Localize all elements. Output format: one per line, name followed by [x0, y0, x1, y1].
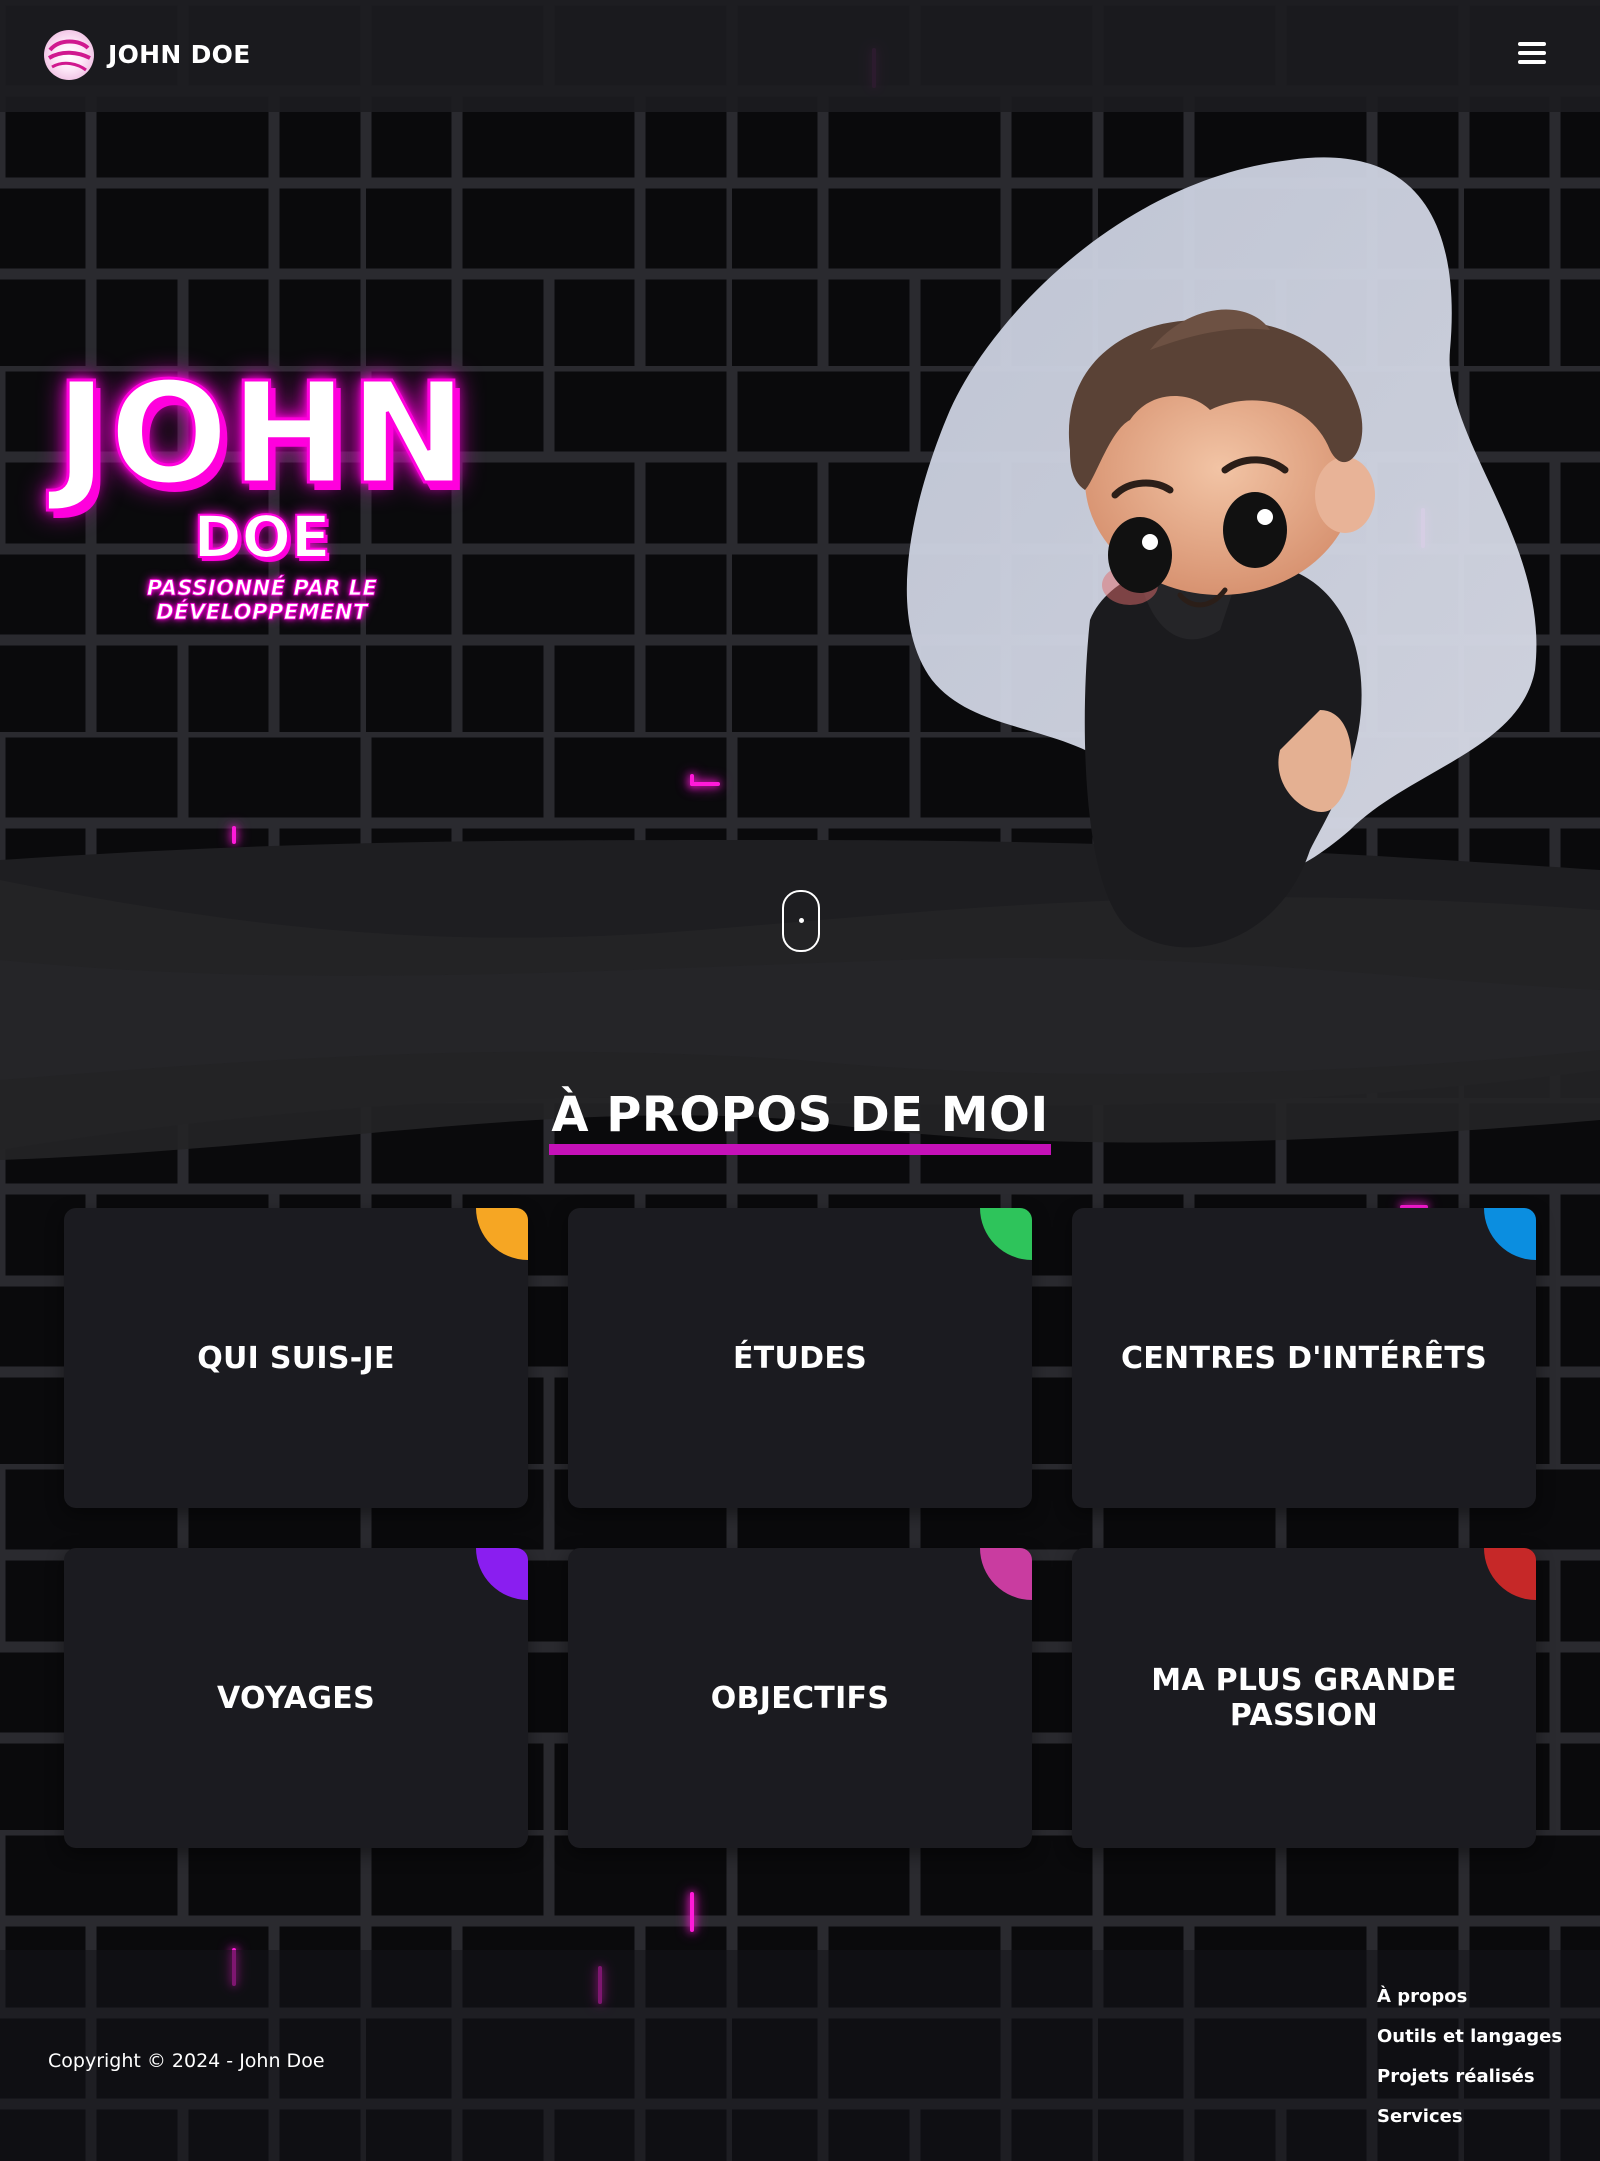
hero-tagline: PASSIONNÉ PAR LE DÉVELOPPEMENT [146, 576, 378, 625]
section-title: À PROPOS DE MOI [549, 1087, 1052, 1155]
card-label: OBJECTIFS [710, 1680, 890, 1716]
swirl-logo-icon[interactable] [44, 30, 94, 80]
neon-accent [690, 1892, 694, 1932]
top-navigation-bar: JOHN DOE [0, 0, 1600, 112]
footer-link-projets-realises[interactable]: Projets réalisés [1377, 2060, 1562, 2100]
mouse-scroll-icon[interactable] [782, 890, 820, 952]
card-qui-suis-je[interactable]: QUI SUIS-JE [64, 1208, 528, 1508]
hero-title-logo: JOHN DOE PASSIONNÉ PAR LE DÉVELOPPEMENT [52, 353, 472, 625]
brand-name[interactable]: JOHN DOE [108, 40, 251, 69]
card-etudes[interactable]: ÉTUDES [568, 1208, 1032, 1508]
footer-nav: À propos Outils et langages Projets réal… [1377, 1980, 1562, 2140]
card-label: VOYAGES [216, 1680, 376, 1716]
card-label: ÉTUDES [732, 1340, 868, 1376]
footer-link-a-propos[interactable]: À propos [1377, 1980, 1562, 2020]
3d-cartoon-avatar-illustration [906, 157, 1537, 948]
card-plus-grande-passion[interactable]: MA PLUS GRANDE PASSION [1072, 1548, 1536, 1848]
copyright-text: Copyright © 2024 - John Doe [48, 2050, 325, 2072]
hamburger-menu-icon[interactable] [1518, 40, 1548, 66]
footer-link-services[interactable]: Services [1377, 2100, 1562, 2140]
card-objectifs[interactable]: OBJECTIFS [568, 1548, 1032, 1848]
card-centres-interets[interactable]: CENTRES D'INTÉRÊTS [1072, 1208, 1536, 1508]
card-label: QUI SUIS-JE [197, 1340, 395, 1376]
footer-link-outils-langages[interactable]: Outils et langages [1377, 2020, 1562, 2060]
neon-accent [690, 782, 720, 786]
about-section-header: À PROPOS DE MOI [0, 1085, 1600, 1155]
card-label: CENTRES D'INTÉRÊTS [1120, 1340, 1488, 1376]
hero-name: JOHN [54, 353, 469, 516]
card-label: MA PLUS GRANDE PASSION [1151, 1663, 1457, 1733]
card-voyages[interactable]: VOYAGES [64, 1548, 528, 1848]
